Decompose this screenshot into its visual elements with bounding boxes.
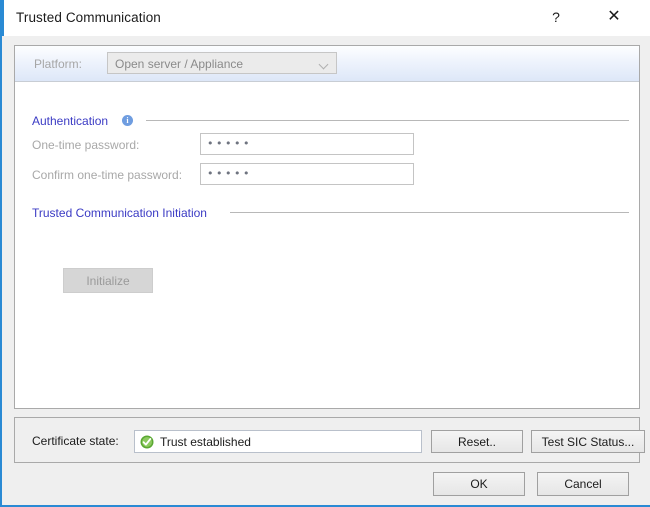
authentication-divider xyxy=(146,120,629,121)
close-button[interactable]: ✕ xyxy=(592,0,636,34)
one-time-password-label: One-time password: xyxy=(32,138,140,152)
initiation-section-title: Trusted Communication Initiation xyxy=(32,206,207,220)
info-icon[interactable]: i xyxy=(122,115,133,126)
initiation-divider xyxy=(230,212,629,213)
chevron-down-icon xyxy=(320,61,328,66)
certificate-state-field[interactable]: Trust established xyxy=(134,430,422,453)
initiation-section-header: Trusted Communication Initiation xyxy=(32,205,207,221)
certificate-state-panel: Certificate state: Trust established Res… xyxy=(14,417,645,463)
test-sic-status-button[interactable]: Test SIC Status... xyxy=(531,430,645,453)
close-icon: ✕ xyxy=(607,8,621,25)
confirm-one-time-password-value: ••••• xyxy=(207,167,252,180)
ok-button[interactable]: OK xyxy=(433,472,525,496)
platform-selected-value: Open server / Appliance xyxy=(115,57,244,71)
certificate-state-label: Certificate state: xyxy=(32,434,119,448)
confirm-one-time-password-input[interactable]: ••••• xyxy=(200,163,414,185)
question-mark-icon: ? xyxy=(552,9,560,25)
window-title: Trusted Communication xyxy=(16,10,161,25)
trusted-communication-dialog: Trusted Communication ? ✕ Platform: Open… xyxy=(0,0,650,507)
authentication-section-title: Authentication xyxy=(32,114,109,128)
one-time-password-value: ••••• xyxy=(207,137,252,150)
platform-label: Platform: xyxy=(34,57,83,71)
help-button[interactable]: ? xyxy=(534,0,578,34)
main-settings-panel: Platform: Open server / Appliance Authen… xyxy=(14,45,640,409)
cancel-button[interactable]: Cancel xyxy=(537,472,629,496)
platform-dropdown[interactable]: Open server / Appliance xyxy=(107,52,337,74)
certificate-state-value: Trust established xyxy=(160,435,251,449)
initialize-button[interactable]: Initialize xyxy=(63,268,153,293)
green-check-icon xyxy=(140,435,154,449)
dialog-body: Platform: Open server / Appliance Authen… xyxy=(4,36,650,505)
confirm-one-time-password-label: Confirm one-time password: xyxy=(32,168,183,182)
title-bar: Trusted Communication ? ✕ xyxy=(2,0,650,36)
one-time-password-input[interactable]: ••••• xyxy=(200,133,414,155)
reset-button[interactable]: Reset.. xyxy=(431,430,523,453)
platform-band: Platform: Open server / Appliance xyxy=(15,46,639,82)
authentication-section-header: Authentication xyxy=(32,113,108,129)
